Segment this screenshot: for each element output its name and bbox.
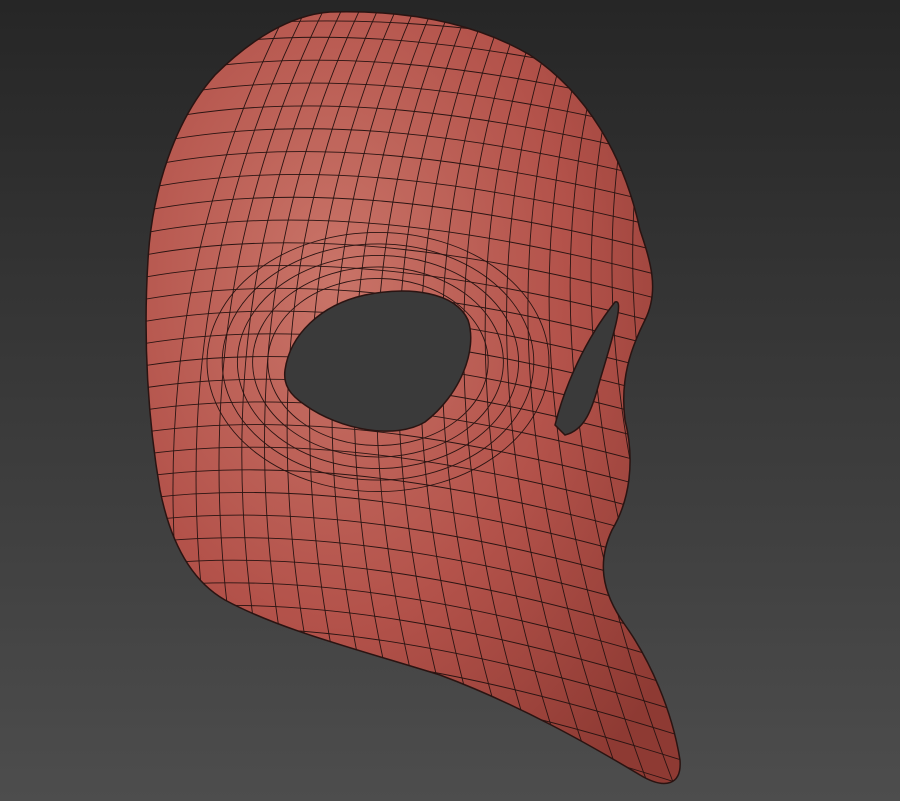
mask-render [0, 0, 900, 801]
3d-viewport[interactable] [0, 0, 900, 801]
